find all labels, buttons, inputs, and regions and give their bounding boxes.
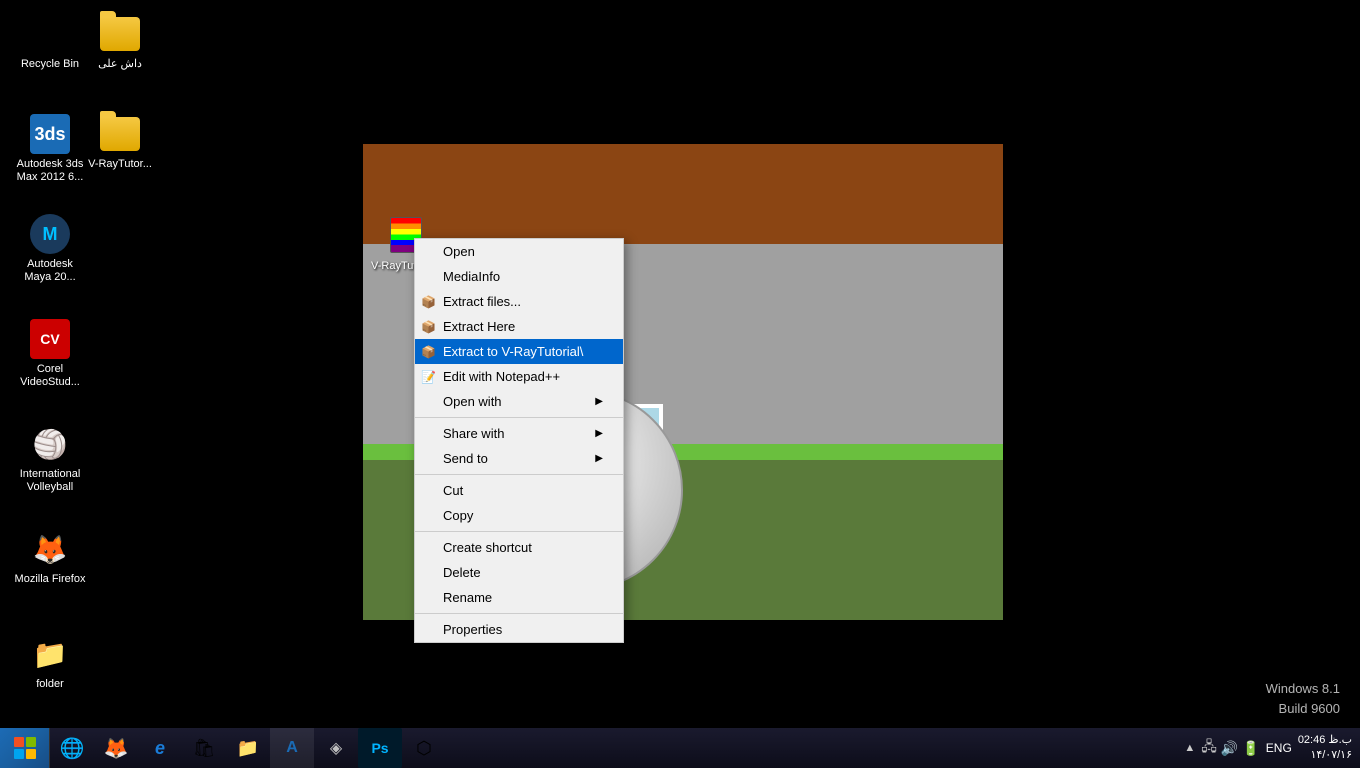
start-button[interactable] [0, 728, 50, 768]
vray-folder-icon [100, 114, 140, 154]
taskbar-app-app2[interactable]: ⬡ [402, 728, 446, 768]
notepad-icon: 📝 [421, 370, 436, 384]
taskbar-right: ▲ 🖧 🔊 🔋 ENG 02:46 ب.ظ ۱۴/۰۷/۱۶ [1176, 728, 1360, 768]
desktop-icon-dash-ali[interactable]: داش علی [80, 10, 160, 75]
taskbar-app-chrome[interactable]: 🌐 [50, 728, 94, 768]
menu-item-rename[interactable]: Rename [415, 585, 623, 610]
extract-to-icon: 📦 [421, 345, 436, 359]
desktop-icon-firefox[interactable]: 🦊 Mozilla Firefox [10, 525, 90, 590]
taskbar-time-value: 02:46 ب.ظ [1298, 733, 1352, 748]
firefox-desktop-icon: 🦊 [30, 529, 70, 569]
taskbar-app-autodesk[interactable]: A [270, 728, 314, 768]
win-logo-green [26, 737, 36, 747]
desktop: 🗑 Recycle Bin داش علی 3ds Autodesk 3ds M… [0, 0, 1360, 768]
menu-item-create-shortcut[interactable]: Create shortcut [415, 535, 623, 560]
send-to-arrow-icon: ▶ [595, 453, 603, 464]
taskbar-clock: 02:46 ب.ظ ۱۴/۰۷/۱۶ [1298, 733, 1352, 764]
desktop-icon-folder[interactable]: 📁 folder [10, 630, 90, 695]
win-version-line2: Build 9600 [1266, 699, 1340, 719]
taskbar-app-firefox[interactable]: 🦊 [94, 728, 138, 768]
extract-here-icon: 📦 [421, 320, 436, 334]
desktop-icon-recycle-bin[interactable]: 🗑 Recycle Bin [10, 10, 90, 75]
corel-icon: CV [30, 319, 70, 359]
taskbar: 🌐 🦊 e 🛍 📁 A ◈ Ps ⬡ ▲ 🖧 🔊 🔋 ENG 02:46 ب.ظ… [0, 728, 1360, 768]
menu-item-delete[interactable]: Delete [415, 560, 623, 585]
battery-icon: 🔋 [1242, 740, 1259, 757]
volleyball-icon: 🏐 [30, 424, 70, 464]
menu-separator-1 [415, 417, 623, 418]
firefox-label: Mozilla Firefox [15, 573, 86, 586]
taskbar-app-ie[interactable]: e [138, 728, 182, 768]
menu-item-copy[interactable]: Copy [415, 503, 623, 528]
menu-separator-2 [415, 474, 623, 475]
menu-item-extract-to[interactable]: 📦 Extract to V-RayTutorial\ [415, 339, 623, 364]
recycle-bin-icon: 🗑 [30, 14, 70, 54]
taskbar-date-value: ۱۴/۰۷/۱۶ [1298, 748, 1352, 763]
menu-item-send-to[interactable]: Send to ▶ [415, 446, 623, 471]
win-logo-yellow [26, 749, 36, 759]
folder-dark-icon: 📁 [30, 634, 70, 674]
desktop-icon-corel[interactable]: CV Corel VideoStud... [10, 315, 90, 393]
taskbar-app-store[interactable]: 🛍 [182, 728, 226, 768]
desktop-icon-maya[interactable]: M Autodesk Maya 20... [10, 210, 90, 288]
vray-label: V-RayTutor... [88, 158, 152, 171]
win-logo-blue [14, 749, 24, 759]
volleyball-label: International Volleyball [14, 468, 86, 494]
folder-yellow-icon [100, 14, 140, 54]
maya-icon: M [30, 214, 70, 254]
volume-icon: 🔊 [1221, 740, 1238, 757]
corel-label: Corel VideoStud... [14, 363, 86, 389]
network-icon: 🖧 [1201, 736, 1217, 760]
windows-version: Windows 8.1 Build 9600 [1266, 679, 1340, 718]
menu-item-open[interactable]: Open [415, 239, 623, 264]
menu-item-cut[interactable]: Cut [415, 478, 623, 503]
open-with-arrow-icon: ▶ [595, 396, 603, 407]
system-tray-icons: 🖧 🔊 🔋 [1201, 736, 1260, 760]
menu-item-edit-notepad[interactable]: 📝 Edit with Notepad++ [415, 364, 623, 389]
desktop-icon-vray[interactable]: V-RayTutor... [80, 110, 160, 175]
share-with-arrow-icon: ▶ [595, 428, 603, 439]
context-menu: Open MediaInfo 📦 Extract files... 📦 Extr… [414, 238, 624, 643]
menu-item-open-with[interactable]: Open with ▶ [415, 389, 623, 414]
taskbar-app-photoshop[interactable]: Ps [358, 728, 402, 768]
menu-separator-3 [415, 531, 623, 532]
tray-expand-arrow-icon[interactable]: ▲ [1184, 742, 1195, 754]
desktop-icon-3dsmax[interactable]: 3ds Autodesk 3ds Max 2012 6... [10, 110, 90, 188]
menu-item-extract-here[interactable]: 📦 Extract Here [415, 314, 623, 339]
extract-files-icon: 📦 [421, 295, 436, 309]
dash-ali-label: داش علی [98, 58, 142, 71]
desktop-icon-volleyball[interactable]: 🏐 International Volleyball [10, 420, 90, 498]
menu-separator-4 [415, 613, 623, 614]
taskbar-language[interactable]: ENG [1266, 741, 1292, 755]
recycle-bin-label: Recycle Bin [21, 58, 79, 71]
taskbar-app-unknown1[interactable]: ◈ [314, 728, 358, 768]
maya-label: Autodesk Maya 20... [14, 258, 86, 284]
win-logo-red [14, 737, 24, 747]
3dsmax-icon: 3ds [30, 114, 70, 154]
folder-label: folder [36, 678, 64, 691]
windows-logo-icon [14, 737, 36, 759]
3dsmax-label: Autodesk 3ds Max 2012 6... [14, 158, 86, 184]
menu-item-mediainfo[interactable]: MediaInfo [415, 264, 623, 289]
taskbar-app-explorer[interactable]: 📁 [226, 728, 270, 768]
menu-item-extract-files[interactable]: 📦 Extract files... [415, 289, 623, 314]
win-version-line1: Windows 8.1 [1266, 679, 1340, 699]
menu-item-share-with[interactable]: Share with ▶ [415, 421, 623, 446]
menu-item-properties[interactable]: Properties [415, 617, 623, 642]
taskbar-apps: 🌐 🦊 e 🛍 📁 A ◈ Ps ⬡ [50, 728, 1176, 768]
